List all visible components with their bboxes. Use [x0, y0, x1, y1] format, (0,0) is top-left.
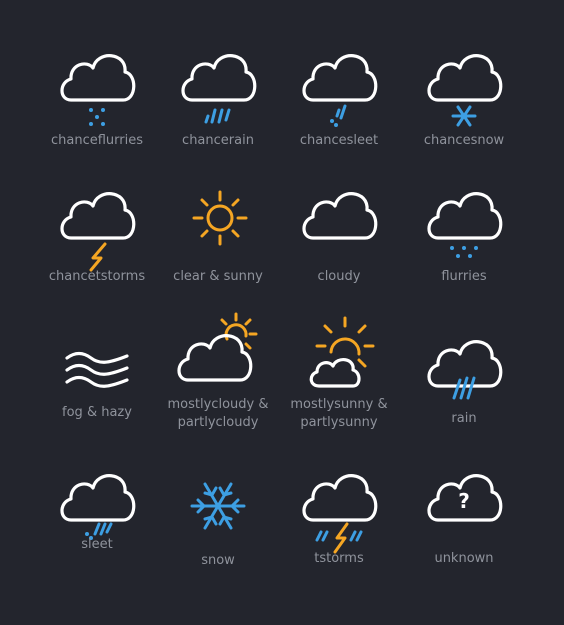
icon-cell-chancerain: chancerain	[148, 44, 288, 150]
icon-label: sleet	[81, 537, 113, 552]
icon-label: fog & hazy	[62, 405, 132, 420]
icon-label: tstorms	[314, 551, 364, 566]
icon-label: chancesnow	[423, 133, 505, 148]
icon-label: clear & sunny	[173, 269, 263, 284]
icon-cell-clear-sunny: clear & sunny	[148, 182, 288, 286]
icon-label-line2: partlycloudy	[177, 415, 259, 430]
icon-cell-rain: rain	[394, 330, 534, 428]
icon-cell-unknown: ? unknown	[394, 464, 534, 568]
icon-label: rain	[451, 411, 477, 426]
chancesnow-icon	[427, 54, 503, 127]
svg-text:?: ?	[458, 489, 470, 513]
icon-label: chancesleet	[299, 133, 379, 148]
icon-cell-mostlysunny: mostlysunny & partlysunny	[269, 312, 409, 432]
sleet-icon	[60, 474, 136, 540]
icon-cell-fog-hazy: fog & hazy	[27, 322, 167, 422]
icon-cell-snow: snow	[148, 470, 288, 570]
icon-cell-tstorms: tstorms	[269, 464, 409, 568]
cloudy-icon	[302, 192, 378, 240]
clear-sunny-icon	[192, 190, 248, 246]
icon-label: chanceflurries	[50, 133, 143, 148]
unknown-icon: ?	[427, 474, 503, 522]
icon-label-line2: partlysunny	[300, 415, 378, 430]
rain-icon	[427, 340, 503, 400]
chancerain-icon	[181, 54, 257, 124]
icon-cell-chanceflurries: chanceflurries	[27, 44, 167, 150]
chancesleet-icon	[302, 54, 378, 127]
icon-cell-mostlycloudy: mostlycloudy & partlycloudy	[148, 312, 288, 432]
icon-label: flurries	[441, 269, 487, 284]
fog-hazy-icon	[65, 351, 129, 388]
mostlysunny-icon	[309, 316, 375, 388]
icon-label: cloudy	[317, 269, 361, 284]
chanceflurries-icon	[60, 54, 136, 126]
chancetstorms-icon	[60, 192, 136, 272]
snow-icon	[190, 482, 246, 530]
icon-cell-sleet: sleet	[27, 464, 167, 554]
icon-label: unknown	[434, 551, 494, 566]
icon-label: snow	[201, 553, 235, 568]
icon-cell-chancesleet: chancesleet	[269, 44, 409, 150]
mostlycloudy-icon	[177, 312, 258, 382]
icon-label: mostlycloudy &	[167, 397, 269, 412]
icon-cell-cloudy: cloudy	[269, 182, 409, 286]
icon-cell-chancesnow: chancesnow	[394, 44, 534, 150]
tstorms-icon	[302, 474, 378, 554]
icon-cell-chancetstorms: chancetstorms	[27, 182, 167, 286]
icon-cell-flurries: flurries	[394, 182, 534, 286]
flurries-icon	[427, 192, 503, 258]
icon-label: mostlysunny &	[290, 397, 388, 412]
icon-label: chancetstorms	[48, 269, 146, 284]
icon-label: chancerain	[182, 133, 254, 148]
